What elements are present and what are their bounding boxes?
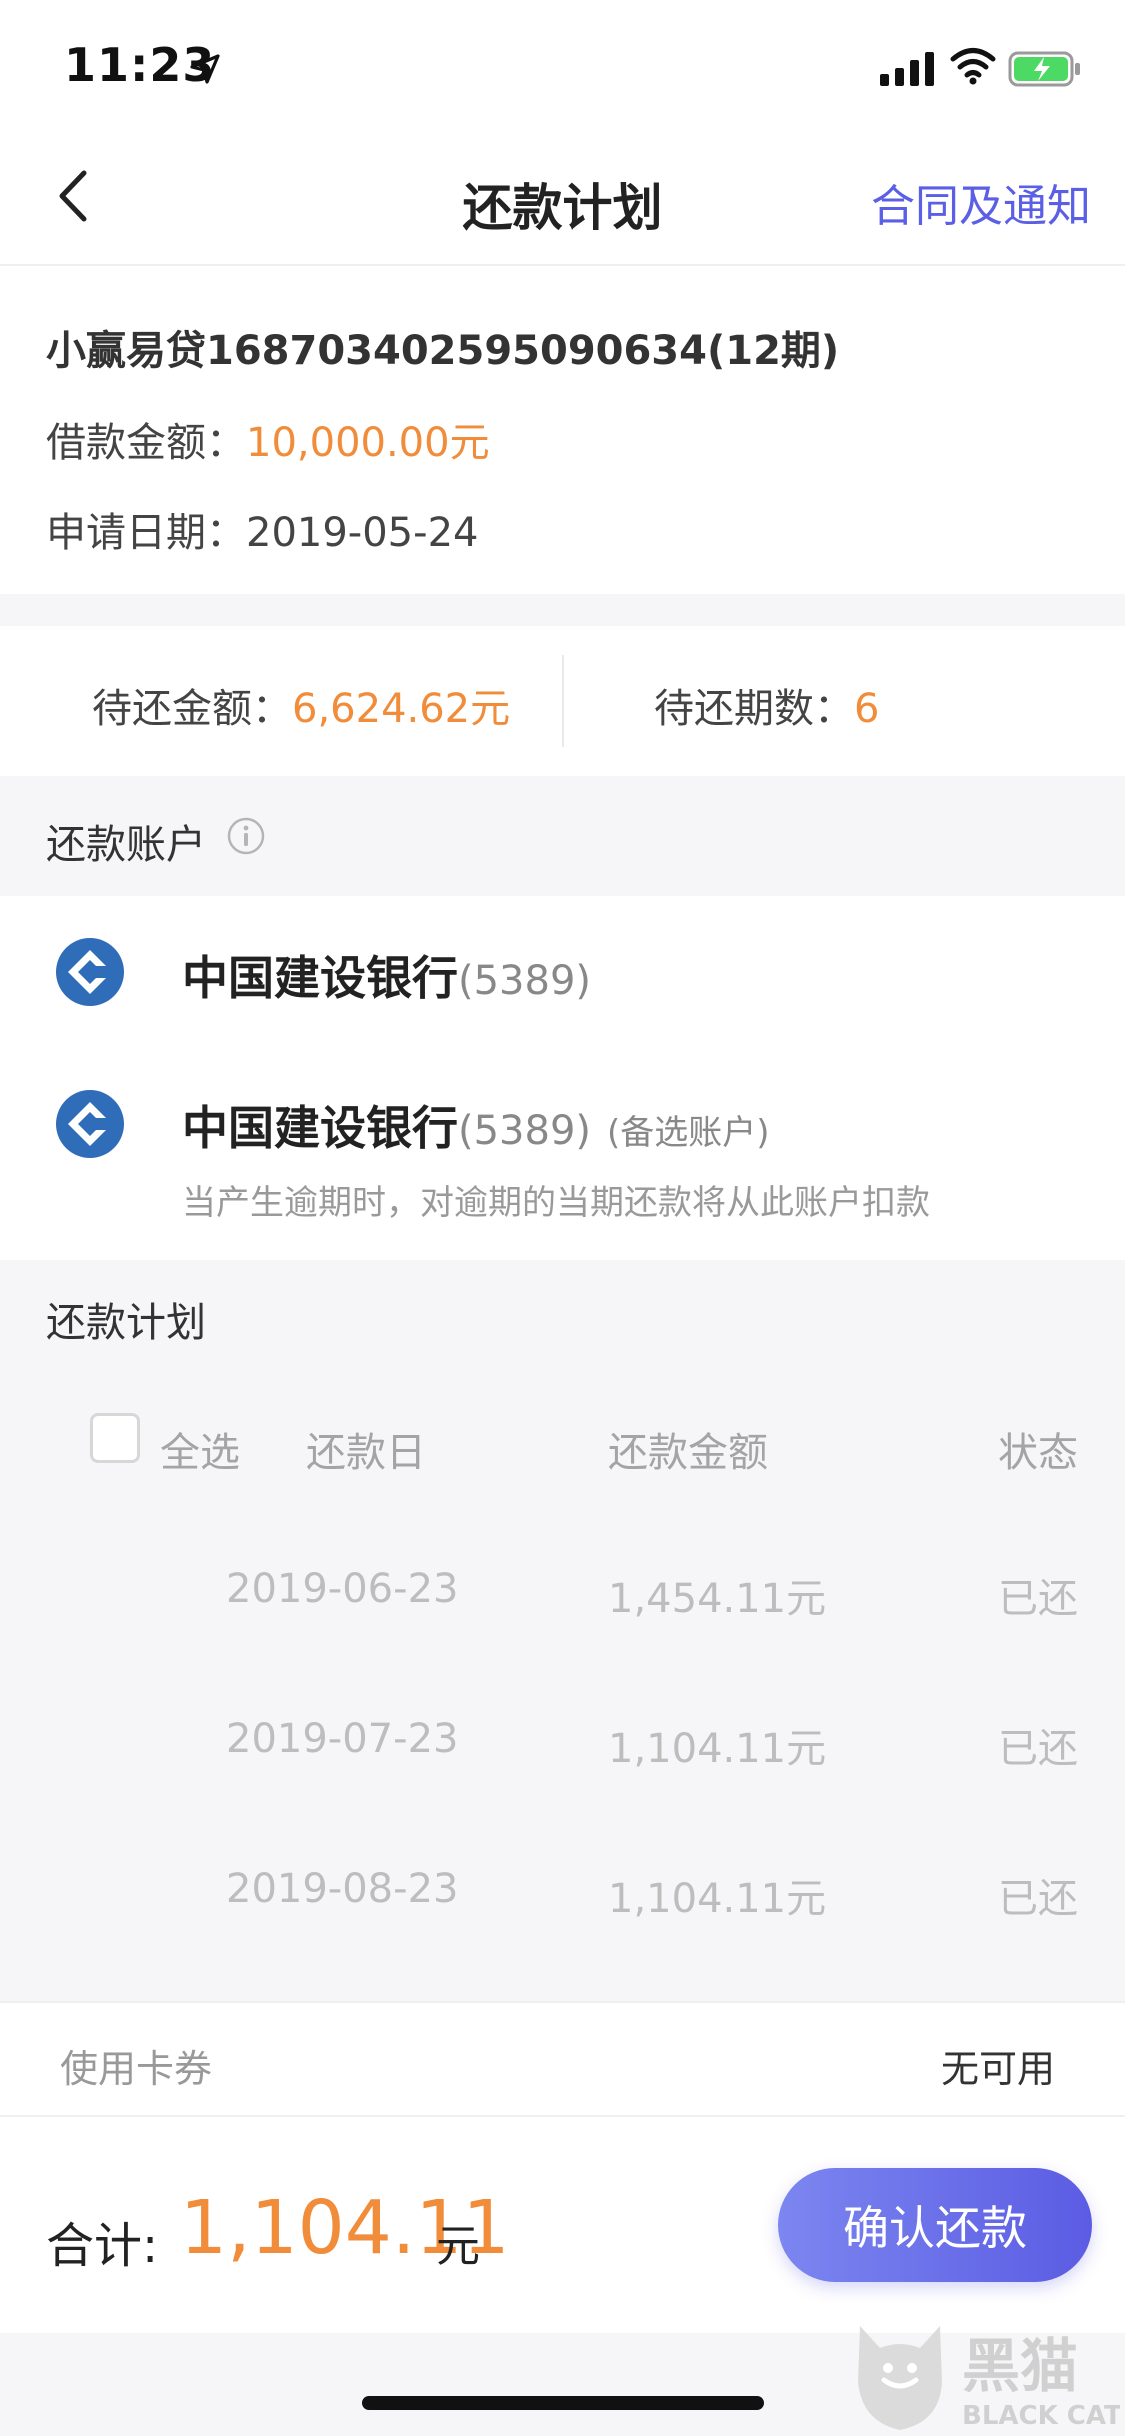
contract-notice-link[interactable]: 合同及通知: [871, 170, 1091, 234]
row-3-status: 已还: [998, 1876, 1078, 1922]
coupon-label: 使用卡券: [60, 2047, 213, 2091]
row-1-status: 已还: [998, 1576, 1078, 1622]
pending-periods-value: 6: [854, 686, 880, 732]
apply-date-label: 申请日期：: [46, 510, 246, 556]
select-all-checkbox[interactable]: [90, 1413, 140, 1463]
backup-bank-name: 中国建设银行: [182, 1101, 458, 1155]
coupon-value[interactable]: 无可用: [941, 2038, 1055, 2093]
account-section-label: 还款账户: [46, 822, 206, 868]
backup-account[interactable]: 中国建设银行(5389) (备选账户): [182, 1092, 770, 1158]
backup-account-tag: (备选账户): [607, 1113, 770, 1153]
row-2-amount: 1,104.11元: [608, 1726, 827, 1772]
row-2-status: 已还: [998, 1726, 1078, 1772]
loan-title: 小赢易贷168703402595090634(12期): [46, 328, 840, 374]
watermark-en-text: BLACK CAT: [962, 2401, 1120, 2431]
confirm-repay-button[interactable]: 确认还款: [778, 2168, 1092, 2282]
total-unit: 元: [436, 2221, 480, 2272]
coupon-divider-top: [0, 2001, 1125, 2003]
primary-card-number: (5389): [458, 958, 592, 1004]
plan-section-label: 还款计划: [46, 1300, 206, 1346]
cellular-signal-icon: [880, 52, 934, 86]
backup-account-hint: 当产生逾期时，对逾期的当期还款将从此账户扣款: [182, 1183, 930, 1223]
summary-divider: [562, 655, 564, 747]
loan-amount-value: 10,000.00元: [246, 420, 490, 466]
battery-charging-icon: [1008, 51, 1080, 87]
total-label: 合计:: [46, 2218, 159, 2274]
row-3-amount: 1,104.11元: [608, 1876, 827, 1922]
backup-card-number: (5389): [458, 1108, 592, 1154]
loan-amount-label: 借款金额：: [46, 420, 246, 466]
pending-periods: 待还期数：6: [654, 676, 879, 734]
home-indicator[interactable]: [362, 2396, 764, 2410]
row-1-amount: 1,454.11元: [608, 1576, 827, 1622]
primary-account[interactable]: 中国建设银行(5389): [182, 942, 591, 1008]
location-arrow-icon: [190, 54, 220, 84]
select-all-label[interactable]: 全选: [160, 1420, 240, 1478]
ccb-bank-logo-icon: [56, 938, 124, 1006]
watermark-cn-text: 黑猫: [962, 2332, 1078, 2400]
wifi-icon: [950, 48, 996, 85]
pending-amount-label: 待还金额：: [92, 686, 292, 732]
primary-bank-name: 中国建设银行: [182, 951, 458, 1005]
row-1-date: 2019-06-23: [226, 1566, 459, 1612]
apply-date-value: 2019-05-24: [246, 510, 479, 556]
row-2-date: 2019-07-23: [226, 1716, 459, 1762]
row-3-date: 2019-08-23: [226, 1866, 459, 1912]
black-cat-watermark-logo: 黑猫 BLACK CAT: [858, 2326, 1120, 2431]
info-icon[interactable]: [226, 816, 266, 856]
apply-date-row: 申请日期：2019-05-24: [46, 500, 478, 558]
pending-amount: 待还金额：6,624.62元: [92, 676, 510, 734]
ccb-bank-logo-icon: [56, 1090, 124, 1158]
header-date: 还款日: [306, 1430, 426, 1476]
pending-amount-value: 6,624.62元: [292, 686, 511, 732]
loan-amount-row: 借款金额：10,000.00元: [46, 410, 490, 468]
nav-divider: [0, 264, 1125, 266]
pending-periods-label: 待还期数：: [654, 686, 854, 732]
section-gap: [0, 594, 1125, 626]
header-amount: 还款金额: [608, 1430, 768, 1476]
header-status: 状态: [998, 1430, 1078, 1476]
